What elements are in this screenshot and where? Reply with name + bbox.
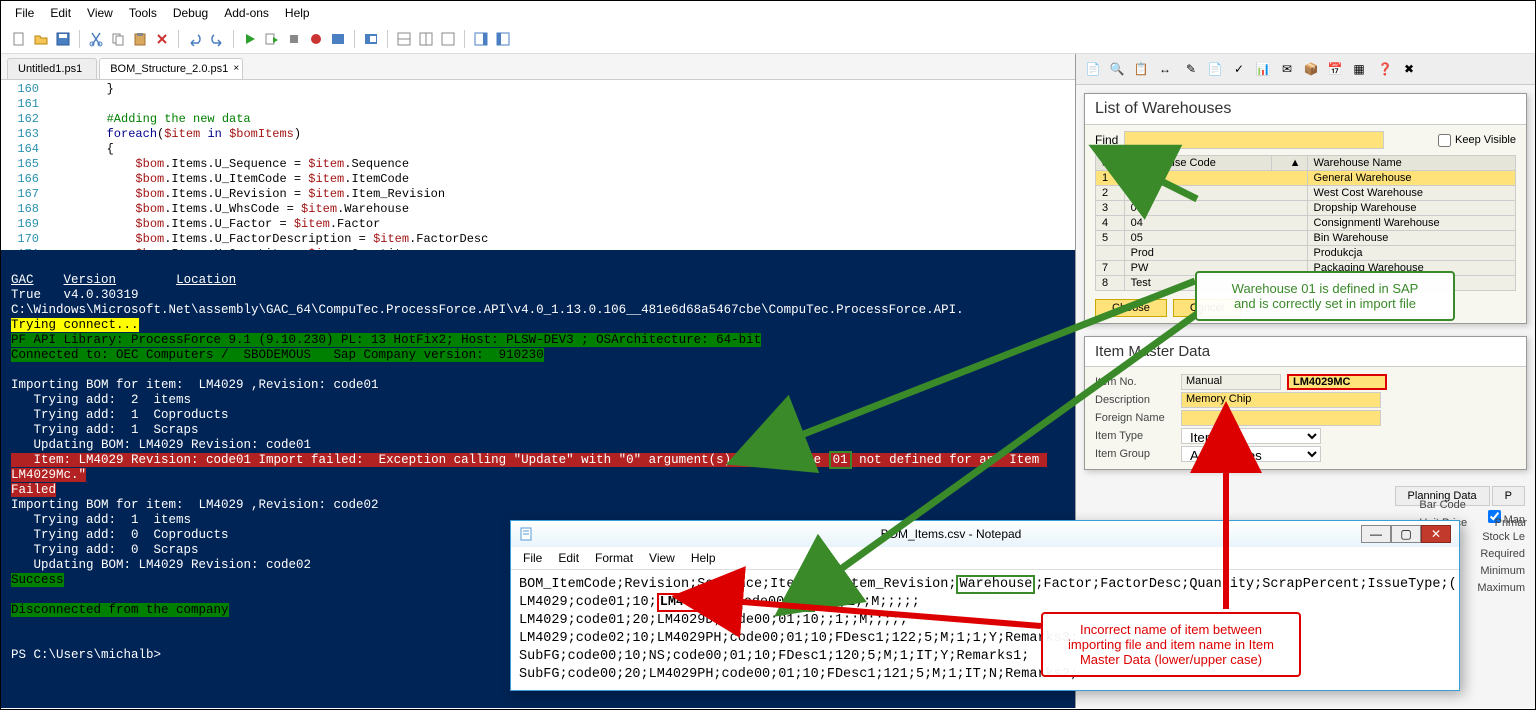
foreign-name-label: Foreign Name xyxy=(1095,412,1175,424)
layout2-icon[interactable] xyxy=(416,29,436,49)
item-master-window: Item Master Data Item No.ManualLM4029MC … xyxy=(1084,336,1527,470)
warehouse-col-highlight: Warehouse xyxy=(956,575,1035,594)
minimize-button[interactable]: — xyxy=(1361,525,1391,543)
find-input[interactable] xyxy=(1124,131,1384,149)
undo-icon[interactable] xyxy=(185,29,205,49)
sap-toolbar: 📄 🔍 📋 ↔ ✎ 📄 ✓ 📊 ✉ 📦 📅 ▦ ❓ ✖ xyxy=(1076,54,1535,85)
help-icon[interactable]: ❓ xyxy=(1374,58,1396,80)
line-gutter: 160 161 162 163 164 165 166 167 168 169 … xyxy=(1,80,45,250)
copy-icon[interactable] xyxy=(108,29,128,49)
bar-icon[interactable]: 📊 xyxy=(1252,58,1274,80)
toolbar xyxy=(1,25,1535,54)
notepad-window: BOM_Items.csv - Notepad — ▢ ✕ File Edit … xyxy=(510,520,1460,691)
table-row[interactable]: 101General Warehouse xyxy=(1096,171,1516,186)
notepad-menu: File Edit Format View Help xyxy=(511,547,1459,570)
menu-addons[interactable]: Add-ons xyxy=(216,3,277,23)
notepad-icon xyxy=(519,526,535,542)
maximize-button[interactable]: ▢ xyxy=(1391,525,1421,543)
np-help[interactable]: Help xyxy=(683,549,724,567)
menu-help[interactable]: Help xyxy=(277,3,318,23)
grid-icon[interactable]: ▦ xyxy=(1348,58,1370,80)
required-label: Required xyxy=(1480,548,1525,560)
menu-view[interactable]: View xyxy=(79,3,121,23)
cut-icon[interactable] xyxy=(86,29,106,49)
menu-tools[interactable]: Tools xyxy=(121,3,165,23)
panel1-icon[interactable] xyxy=(471,29,491,49)
close-panel-icon[interactable]: ✖ xyxy=(1398,58,1420,80)
bad-item-highlight: LM4029Mc xyxy=(657,593,728,612)
window-title: List of Warehouses xyxy=(1085,94,1526,125)
item-group-label: Item Group xyxy=(1095,448,1175,460)
tab-label: BOM_Structure_2.0.ps1 xyxy=(110,63,228,75)
ps-tab-icon[interactable] xyxy=(361,29,381,49)
notepad-body[interactable]: BOM_ItemCode;Revision;Sequence;ItemCode;… xyxy=(511,570,1459,690)
minimum-label: Minimum xyxy=(1480,565,1525,577)
item-group-select[interactable]: Accessories xyxy=(1181,446,1321,462)
callout-green: Warehouse 01 is defined in SAPand is cor… xyxy=(1195,271,1455,321)
layout3-icon[interactable] xyxy=(438,29,458,49)
new-icon[interactable] xyxy=(9,29,29,49)
description-value[interactable]: Memory Chip xyxy=(1181,392,1381,408)
menu-edit[interactable]: Edit xyxy=(42,3,79,23)
np-view[interactable]: View xyxy=(641,549,683,567)
add-icon[interactable]: 📄 xyxy=(1082,58,1104,80)
close-icon[interactable]: × xyxy=(233,63,239,74)
find-icon[interactable]: 🔍 xyxy=(1106,58,1128,80)
clear-icon[interactable] xyxy=(152,29,172,49)
menu-debug[interactable]: Debug xyxy=(165,3,216,23)
redo-icon[interactable] xyxy=(207,29,227,49)
ps-icon[interactable] xyxy=(328,29,348,49)
np-file[interactable]: File xyxy=(515,549,550,567)
menubar: File Edit View Tools Debug Add-ons Help xyxy=(1,1,1535,25)
run-icon[interactable] xyxy=(240,29,260,49)
tab-untitled[interactable]: Untitled1.ps1 xyxy=(7,58,97,79)
wh01-highlight: 01 xyxy=(792,593,814,612)
find-label: Find xyxy=(1095,133,1118,147)
mail-icon[interactable]: ✉ xyxy=(1276,58,1298,80)
item-type-select[interactable]: Items xyxy=(1181,428,1321,444)
edit-icon[interactable]: ✎ xyxy=(1180,58,1202,80)
itemno-label: Item No. xyxy=(1095,376,1175,388)
open-icon[interactable] xyxy=(31,29,51,49)
stop-icon[interactable] xyxy=(284,29,304,49)
run-selection-icon[interactable] xyxy=(262,29,282,49)
window-title: Item Master Data xyxy=(1085,337,1526,367)
panel2-icon[interactable] xyxy=(493,29,513,49)
warehouse-01-highlight: 01 xyxy=(829,451,852,469)
list-icon[interactable]: 📋 xyxy=(1130,58,1152,80)
check-icon[interactable]: ✓ xyxy=(1228,58,1250,80)
code-area[interactable]: } #Adding the new data foreach($item in … xyxy=(45,80,1075,250)
table-row[interactable]: 303Dropship Warehouse xyxy=(1096,201,1516,216)
table-row[interactable]: ProdProdukcja xyxy=(1096,246,1516,261)
file-tabs: Untitled1.ps1 BOM_Structure_2.0.ps1 × xyxy=(1,54,1075,80)
np-format[interactable]: Format xyxy=(587,549,641,567)
code-editor[interactable]: 160 161 162 163 164 165 166 167 168 169 … xyxy=(1,80,1075,250)
new-doc-icon[interactable]: 📄 xyxy=(1204,58,1226,80)
nav-icon[interactable]: ↔ xyxy=(1154,58,1176,80)
breakpoint-icon[interactable] xyxy=(306,29,326,49)
tab-bom-structure[interactable]: BOM_Structure_2.0.ps1 × xyxy=(99,58,243,79)
np-edit[interactable]: Edit xyxy=(550,549,587,567)
choose-button[interactable]: Choose xyxy=(1095,299,1167,317)
callout-red: Incorrect name of item betweenimporting … xyxy=(1041,612,1301,677)
layout1-icon[interactable] xyxy=(394,29,414,49)
menu-file[interactable]: File xyxy=(7,3,42,23)
item-type-label: Item Type xyxy=(1095,430,1175,442)
tab-label: Untitled1.ps1 xyxy=(18,63,82,75)
paste-icon[interactable] xyxy=(130,29,150,49)
maximum-label: Maximum xyxy=(1477,582,1525,594)
table-row[interactable]: 202West Cost Warehouse xyxy=(1096,186,1516,201)
foreign-name-value[interactable] xyxy=(1181,410,1381,426)
desc-label: Description xyxy=(1095,394,1175,406)
close-button[interactable]: ✕ xyxy=(1421,525,1451,543)
manual-value: Manual xyxy=(1181,374,1281,390)
save-icon[interactable] xyxy=(53,29,73,49)
notepad-title: BOM_Items.csv - Notepad xyxy=(541,527,1361,541)
box-icon[interactable]: 📦 xyxy=(1300,58,1322,80)
item-code-value[interactable]: LM4029MC xyxy=(1287,374,1387,390)
calendar-icon[interactable]: 📅 xyxy=(1324,58,1346,80)
keep-visible-checkbox[interactable]: Keep Visible xyxy=(1438,134,1516,147)
table-row[interactable]: 404Consignmentl Warehouse xyxy=(1096,216,1516,231)
table-row[interactable]: 505Bin Warehouse xyxy=(1096,231,1516,246)
